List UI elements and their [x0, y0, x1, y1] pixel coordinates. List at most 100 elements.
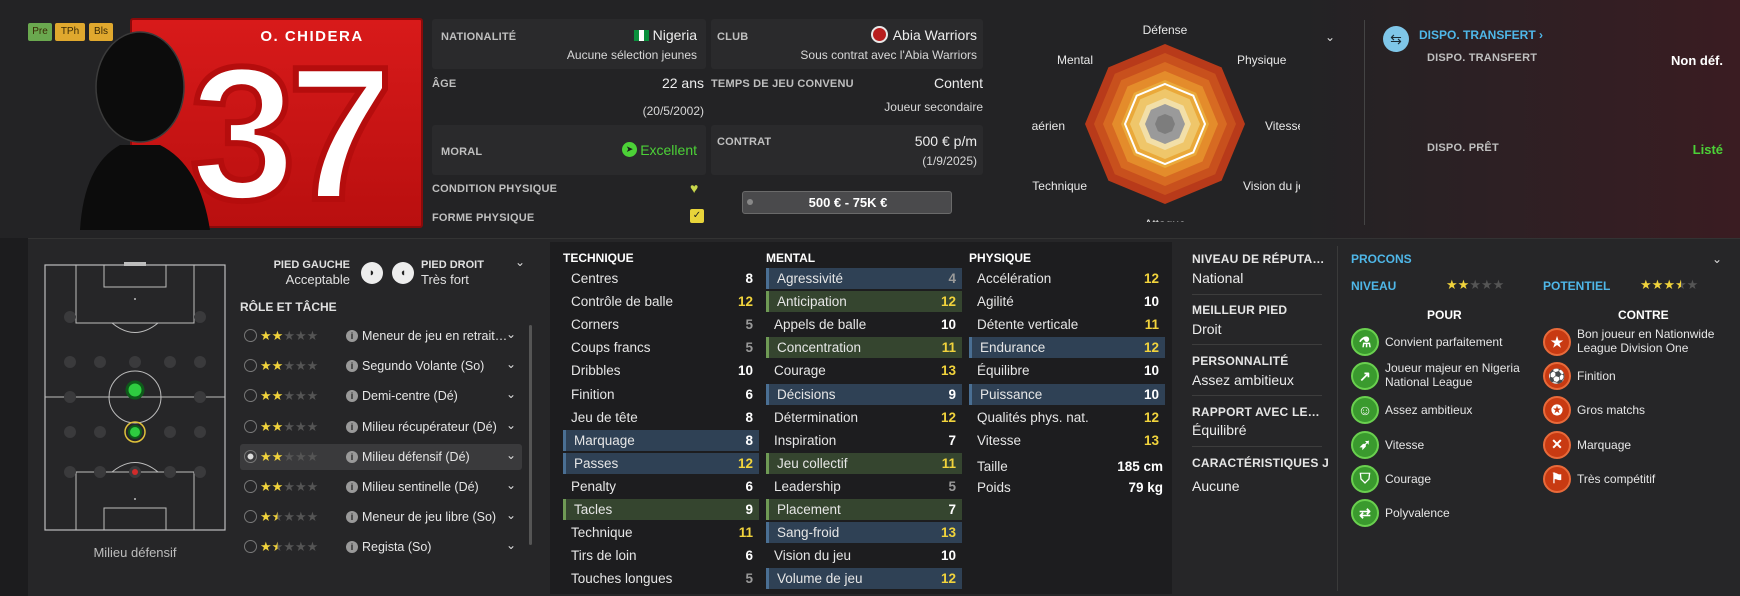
contract-box[interactable]: CONTRAT 500 € p/m (1/9/2025) [711, 125, 983, 175]
attribute-row-mental[interactable]: Leadership 5 [766, 476, 962, 497]
attribute-row-physique[interactable]: Agilité 10 [969, 291, 1165, 312]
info-icon[interactable]: i [346, 360, 358, 373]
feet-chevron-icon[interactable]: ⌄ [515, 255, 525, 269]
attribute-row-technique[interactable]: Corners 5 [563, 314, 759, 335]
attribute-row-mental[interactable]: Agressivité 4 [766, 268, 962, 289]
value-range-bar[interactable]: 500 € - 75K € [742, 191, 952, 214]
attribute-row-mental[interactable]: Jeu collectif 11 [766, 452, 962, 474]
flask-icon: ⚗ [1351, 328, 1379, 356]
info-icon[interactable]: i [346, 330, 358, 342]
info-icon[interactable]: i [346, 481, 358, 493]
attribute-row-physique[interactable]: Accélération 12 [969, 268, 1165, 289]
form-icon[interactable]: ✓ [690, 209, 704, 223]
attribute-row-physique[interactable]: Endurance 12 [969, 337, 1165, 359]
transfer-title-link[interactable]: DISPO. TRANSFERT › [1419, 28, 1543, 42]
info-icon[interactable]: i [346, 420, 358, 433]
role-item[interactable]: ★★★★★ i Regista (So) ⌄ [240, 534, 522, 560]
role-radio-icon[interactable] [244, 540, 257, 554]
chevron-down-icon[interactable]: ⌄ [506, 472, 516, 498]
morale-box[interactable]: MORAL ➤ Excellent [432, 125, 706, 175]
detail-divider-2 [1192, 344, 1322, 345]
heart-icon[interactable]: ♥ [690, 180, 698, 196]
roles-scrollbar[interactable] [529, 325, 532, 545]
role-radio-icon[interactable] [244, 510, 257, 524]
attribute-row-technique[interactable]: Centres 8 [563, 268, 759, 289]
attribute-value: 12 [1143, 409, 1159, 425]
role-item[interactable]: ★★★★★ i Milieu sentinelle (Dé) ⌄ [240, 474, 522, 500]
role-item[interactable]: ★★★★★ i Meneur de jeu libre (So) ⌄ [240, 504, 522, 530]
age-value: 22 ans [661, 75, 704, 91]
nigeria-flag-icon [634, 30, 649, 41]
attribute-name: Finition [571, 386, 615, 402]
attribute-row-technique[interactable]: Coups francs 5 [563, 337, 759, 358]
attribute-row-technique[interactable]: Marquage 8 [563, 429, 759, 451]
info-icon[interactable]: i [346, 511, 358, 524]
chevron-down-icon[interactable]: ⌄ [506, 351, 516, 377]
attribute-value: 7 [948, 432, 956, 448]
attribute-row-physique[interactable]: Vitesse 13 [969, 430, 1165, 451]
detail-divider-1 [1192, 294, 1322, 295]
attribute-row-mental[interactable]: Détermination 12 [766, 407, 962, 428]
attribute-row-technique[interactable]: Contrôle de balle 12 [563, 291, 759, 312]
role-item[interactable]: ★★★★★ i Meneur de jeu en retrait… ⌄ [240, 323, 522, 349]
badge-0[interactable]: Pre [28, 23, 52, 41]
info-icon[interactable]: i [346, 541, 358, 554]
attribute-row-physique[interactable]: Puissance 10 [969, 383, 1165, 405]
attribute-row-technique[interactable]: Penalty 6 [563, 476, 759, 497]
attribute-row-technique[interactable]: Finition 6 [563, 384, 759, 405]
attribute-row-technique[interactable]: Tirs de loin 6 [563, 545, 759, 566]
nationality-value[interactable]: Nigeria [653, 27, 697, 43]
info-icon[interactable]: i [346, 390, 358, 403]
attribute-row-mental[interactable]: Volume de jeu 12 [766, 568, 962, 590]
con-item: Marquage [1577, 437, 1632, 452]
chevron-down-icon[interactable]: ⌄ [506, 442, 516, 468]
level-stars: ★★★★★ [1446, 277, 1505, 292]
attribute-row-mental[interactable]: Vision du jeu 10 [766, 545, 962, 566]
attribute-value: 10 [940, 548, 956, 564]
attribute-row-mental[interactable]: Placement 7 [766, 499, 962, 520]
role-item[interactable]: ★★★★★ i Milieu défensif (Dé) ⌄ [240, 442, 522, 470]
procons-chevron-icon[interactable]: ⌄ [1712, 252, 1722, 266]
chevron-down-icon[interactable]: ⌄ [506, 381, 516, 407]
role-item[interactable]: ★★★★★ i Segundo Volante (So) ⌄ [240, 353, 522, 379]
role-radio-icon[interactable] [244, 419, 257, 433]
attribute-row-technique[interactable]: Touches longues 5 [563, 568, 759, 589]
best-foot-label: MEILLEUR PIED [1192, 303, 1288, 317]
attribute-row-mental[interactable]: Courage 13 [766, 360, 962, 381]
role-radio-icon[interactable] [244, 449, 257, 463]
role-radio-icon[interactable] [244, 480, 257, 493]
role-radio-icon[interactable] [244, 359, 257, 373]
role-radio-icon[interactable] [244, 389, 257, 403]
transfer-swap-icon[interactable]: ⇆ [1383, 26, 1409, 52]
attribute-row-physique[interactable]: Détente verticale 11 [969, 314, 1165, 335]
playing-time-label: TEMPS DE JEU CONVENU [711, 78, 854, 90]
nationality-box[interactable]: NATIONALITÉ Nigeria Aucune sélection jeu… [432, 19, 706, 69]
chevron-down-icon[interactable]: ⌄ [506, 412, 516, 438]
role-item[interactable]: ★★★★★ i Milieu récupérateur (Dé) ⌄ [240, 414, 522, 440]
attribute-row-mental[interactable]: Sang-froid 13 [766, 522, 962, 544]
info-icon[interactable]: i [346, 450, 358, 463]
attribute-row-mental[interactable]: Décisions 9 [766, 383, 962, 405]
attribute-row-mental[interactable]: Appels de balle 10 [766, 314, 962, 335]
chevron-down-icon[interactable]: ⌄ [506, 502, 516, 528]
detail-divider-3 [1192, 395, 1322, 396]
chevron-down-icon[interactable]: ⌄ [506, 321, 516, 347]
attribute-row-mental[interactable]: Inspiration 7 [766, 430, 962, 451]
attribute-row-mental[interactable]: Anticipation 12 [766, 291, 962, 313]
club-value[interactable]: Abia Warriors [893, 27, 977, 43]
attribute-row-technique[interactable]: Dribbles 10 [563, 360, 759, 381]
radar-label-1: Physique [1237, 53, 1287, 67]
chevron-down-icon[interactable]: ⌄ [506, 532, 516, 558]
attribute-row-technique[interactable]: Tacles 9 [563, 499, 759, 520]
radar-dropdown-chevron-icon[interactable]: ⌄ [1325, 30, 1335, 44]
procons-title[interactable]: PROCONS [1351, 252, 1412, 266]
attribute-row-technique[interactable]: Technique 11 [563, 522, 759, 543]
attribute-row-physique[interactable]: Équilibre 10 [969, 360, 1165, 381]
club-box[interactable]: CLUB Abia Warriors Sous contrat avec l'A… [711, 19, 983, 69]
attribute-row-physique[interactable]: Qualités phys. nat. 12 [969, 407, 1165, 428]
attribute-row-mental[interactable]: Concentration 11 [766, 337, 962, 359]
role-radio-icon[interactable] [244, 329, 257, 342]
attribute-row-technique[interactable]: Passes 12 [563, 452, 759, 474]
attribute-row-technique[interactable]: Jeu de tête 8 [563, 407, 759, 428]
role-item[interactable]: ★★★★★ i Demi-centre (Dé) ⌄ [240, 383, 522, 409]
